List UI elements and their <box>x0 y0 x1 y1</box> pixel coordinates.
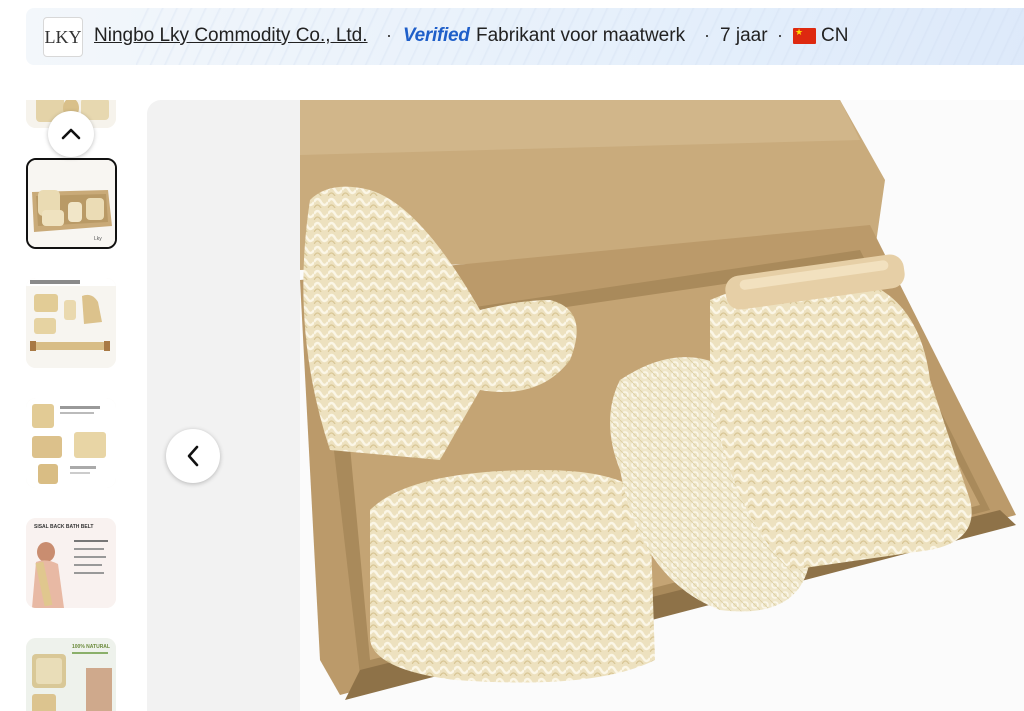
svg-text:Lky: Lky <box>94 236 102 242</box>
separator-dot: · <box>386 25 392 45</box>
thumbnail-3-image <box>26 278 116 368</box>
separator-dot: · <box>704 25 710 45</box>
main-image-viewer[interactable] <box>147 100 1024 711</box>
supplier-bar: LKY Ningbo Lky Commodity Co., Ltd. · Ver… <box>26 8 1024 65</box>
thumbnail-5-title: SISAL BACK BATH BELT <box>34 524 93 530</box>
main-product-image <box>300 100 1024 711</box>
thumbnail-6-title: 100% NATURAL <box>72 644 110 650</box>
boxed-sisal-set-image <box>300 100 1024 711</box>
thumbnail-5-image: SISAL BACK BATH BELT <box>26 518 116 608</box>
chevron-up-icon <box>61 128 81 140</box>
chevron-left-icon <box>187 445 199 467</box>
thumbnail-6[interactable]: 100% NATURAL <box>26 638 116 711</box>
business-type: Fabrikant voor maatwerk <box>476 25 686 46</box>
separator-dot: · <box>777 25 783 45</box>
thumbnail-4[interactable] <box>26 398 116 488</box>
verified-badge[interactable]: Verified <box>403 25 470 47</box>
years-in-business: 7 jaar <box>720 25 768 46</box>
thumbnail-list[interactable]: Lky SISAL BACK BATH BELT 100% NATURAL <box>26 100 118 711</box>
thumbnail-5[interactable]: SISAL BACK BATH BELT <box>26 518 116 608</box>
thumbnail-3[interactable] <box>26 278 116 368</box>
thumbnail-4-image <box>26 398 116 488</box>
company-name-link[interactable]: Ningbo Lky Commodity Co., Ltd. <box>94 25 368 47</box>
country-code: CN <box>821 25 849 46</box>
previous-image-button[interactable] <box>166 429 220 483</box>
supplier-logo[interactable]: LKY <box>43 17 83 57</box>
thumbnail-2-image: Lky <box>28 160 115 247</box>
thumbnails-scroll-up-button[interactable] <box>48 111 94 157</box>
thumbnail-6-image: 100% NATURAL <box>26 638 116 711</box>
china-flag-icon: ★ <box>793 27 816 44</box>
thumbnail-2[interactable]: Lky <box>26 158 117 249</box>
